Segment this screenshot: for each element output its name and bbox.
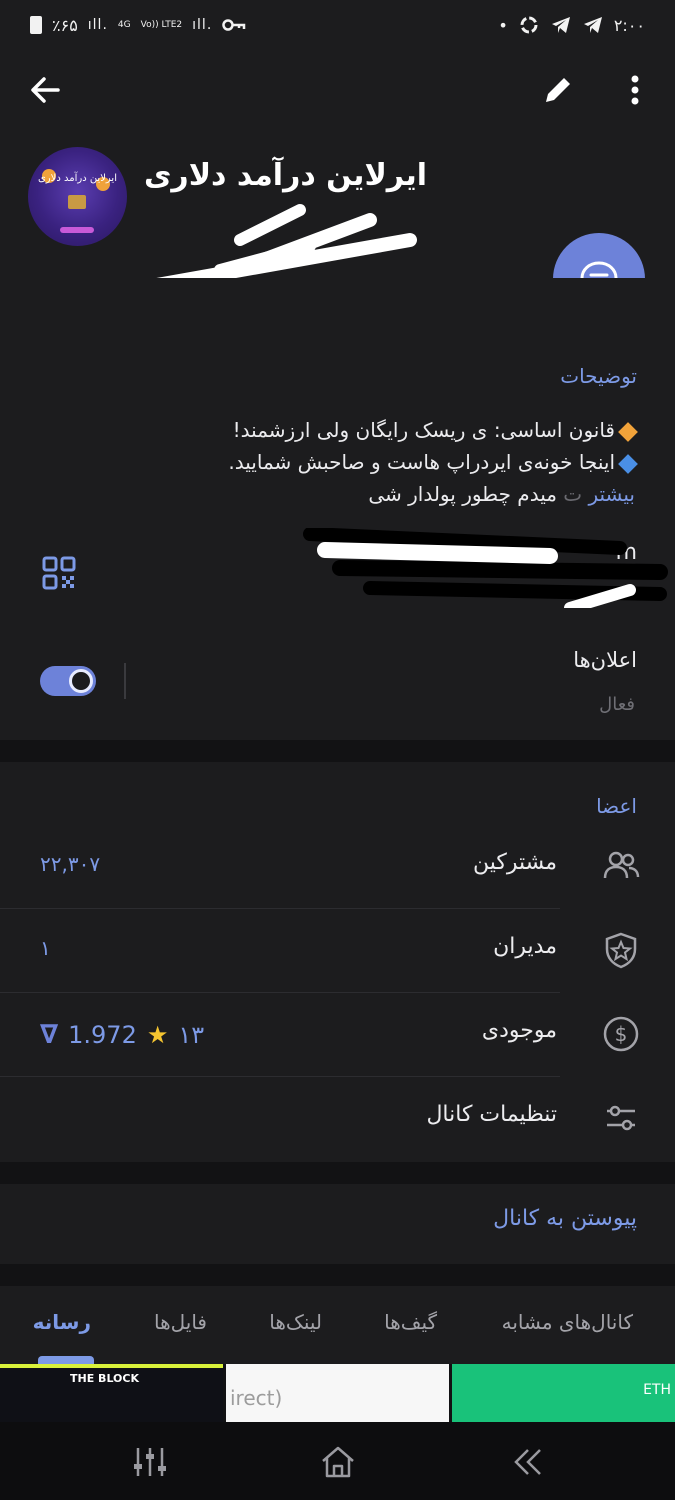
recent-apps-button[interactable] xyxy=(130,1442,170,1482)
recycle-icon xyxy=(520,16,538,34)
status-left: ٪۶۵ ıll. 4G Vo)) LTE2 ıll. xyxy=(30,16,246,35)
channel-title: ایرلاین درآمد دلاری xyxy=(143,158,427,193)
redaction-scribble xyxy=(303,528,668,608)
notifications-status: فعال xyxy=(599,694,635,715)
orange-diamond-icon xyxy=(618,421,638,442)
admins-count: ۱ xyxy=(40,936,51,960)
telegram-icon xyxy=(551,17,570,33)
subscribers-row[interactable]: مشترکین ۲۲,۳۰۷ xyxy=(0,826,675,909)
home-button[interactable] xyxy=(318,1442,358,1482)
qr-code-icon xyxy=(42,556,76,590)
members-section: اعضا مشترکین ۲۲,۳۰۷ مدیران ۱ موجودی ∇ 1.… xyxy=(0,762,675,1162)
divider xyxy=(124,663,126,699)
battery-level: ٪۶۵ xyxy=(52,15,78,35)
pencil-icon xyxy=(546,78,570,102)
svg-text:$: $ xyxy=(615,1022,628,1046)
status-right: • ۲:۰۰ xyxy=(498,15,645,35)
thumbnail-text: ETH xyxy=(643,1382,671,1398)
media-grid: THE BLOCK irect) ETH xyxy=(0,1364,675,1422)
channel-description: قانون اساسی: ی ریسک رایگان ولی ارزشمند! … xyxy=(75,414,638,510)
row-separator xyxy=(0,1076,560,1077)
chest-icon xyxy=(68,195,86,209)
telegram-icon-2 xyxy=(583,17,602,33)
avatar-text: ایرلاین درآمد دلاری xyxy=(37,173,117,184)
thumbnail-text: THE BLOCK xyxy=(70,1372,140,1385)
signal-icon: ıll. xyxy=(87,17,108,33)
description-line-2: اینجا خونه‌ی ایردراپ هاست و صاحبش شمایید… xyxy=(75,446,638,478)
back-nav-button[interactable] xyxy=(508,1442,548,1482)
tab-gifs[interactable]: گیف‌ها xyxy=(384,1310,437,1334)
key-icon xyxy=(222,19,246,31)
more-link[interactable]: بیشتر xyxy=(588,482,635,506)
join-channel-row[interactable]: پیوستن به کانال xyxy=(0,1184,675,1264)
signal-icon-2: ıll. xyxy=(192,17,213,33)
toggle-knob xyxy=(69,669,93,693)
ton-icon: ∇ xyxy=(40,1020,59,1050)
ton-amount: 1.972 xyxy=(68,1021,137,1049)
avatar-decoration xyxy=(60,227,94,233)
system-nav-bar xyxy=(0,1422,675,1500)
channel-settings-row[interactable]: تنظیمات کانال xyxy=(0,1078,675,1161)
tab-files[interactable]: فایل‌ها xyxy=(154,1310,207,1334)
balance-value: ∇ 1.972 ★ ۱۳ xyxy=(40,1020,204,1050)
tab-similar-channels[interactable]: کانال‌های مشابه xyxy=(502,1310,633,1334)
description-line-1: قانون اساسی: ی ریسک رایگان ولی ارزشمند! xyxy=(75,414,638,446)
join-channel-button[interactable]: پیوستن به کانال xyxy=(493,1206,637,1231)
notifications-title: اعلان‌ها xyxy=(573,648,637,672)
row-separator xyxy=(0,908,560,909)
arrow-left-icon xyxy=(31,77,60,103)
admins-label: مدیران xyxy=(493,934,557,959)
clock: ۲:۰۰ xyxy=(613,15,645,35)
thumbnail-bar xyxy=(0,1364,223,1368)
qr-code-button[interactable] xyxy=(42,556,76,590)
dollar-coin-icon: $ xyxy=(603,1016,639,1052)
edit-button[interactable] xyxy=(540,70,576,110)
network-4g: 4G xyxy=(117,19,131,30)
dot-icon: • xyxy=(498,15,508,35)
tab-links[interactable]: لینک‌ها xyxy=(269,1310,322,1334)
double-chevron-left-icon xyxy=(514,1449,541,1475)
thumbnail-text: irect) xyxy=(230,1386,283,1410)
sliders-icon xyxy=(607,1105,635,1131)
media-thumbnail[interactable]: ETH xyxy=(452,1364,675,1422)
description-line-3: بیشتر ت میدم چطور پولدار شی xyxy=(368,482,635,506)
tab-media[interactable]: رسانه xyxy=(33,1310,91,1334)
channel-settings-label: تنظیمات کانال xyxy=(426,1102,557,1127)
subscribers-label: مشترکین xyxy=(472,850,557,875)
star-icon: ★ xyxy=(146,1021,169,1049)
active-tab-indicator xyxy=(38,1356,94,1364)
balance-row[interactable]: موجودی ∇ 1.972 ★ ۱۳ $ xyxy=(0,994,675,1077)
status-bar: ٪۶۵ ıll. 4G Vo)) LTE2 ıll. • ۲:۰۰ xyxy=(0,0,675,50)
battery-icon xyxy=(30,16,42,34)
more-options-button[interactable] xyxy=(620,70,650,110)
admin-shield-icon xyxy=(605,932,637,969)
back-button[interactable] xyxy=(26,70,66,110)
stars-amount: ۱۳ xyxy=(178,1021,205,1049)
blue-diamond-icon xyxy=(618,453,638,474)
description-label: توضیحات xyxy=(560,364,637,388)
network-volte: Vo)) LTE2 xyxy=(140,19,183,30)
equalizer-icon xyxy=(134,1448,166,1476)
subscribers-count: ۲۲,۳۰۷ xyxy=(40,852,101,876)
media-thumbnail[interactable]: irect) xyxy=(226,1364,449,1422)
admins-row[interactable]: مدیران ۱ xyxy=(0,910,675,993)
people-icon xyxy=(603,851,640,879)
row-separator xyxy=(0,992,560,993)
channel-avatar[interactable]: ایرلاین درآمد دلاری xyxy=(28,147,127,246)
notifications-toggle[interactable] xyxy=(40,666,96,696)
members-label: اعضا xyxy=(596,794,637,818)
media-tabs: کانال‌های مشابه گیف‌ها لینک‌ها فایل‌ها ر… xyxy=(0,1286,675,1364)
media-thumbnail[interactable]: THE BLOCK xyxy=(0,1364,223,1422)
more-vertical-icon xyxy=(631,75,639,105)
info-section: توضیحات قانون اساسی: ی ریسک رایگان ولی ا… xyxy=(0,278,675,740)
home-icon xyxy=(322,1446,354,1478)
balance-label: موجودی xyxy=(481,1018,557,1043)
